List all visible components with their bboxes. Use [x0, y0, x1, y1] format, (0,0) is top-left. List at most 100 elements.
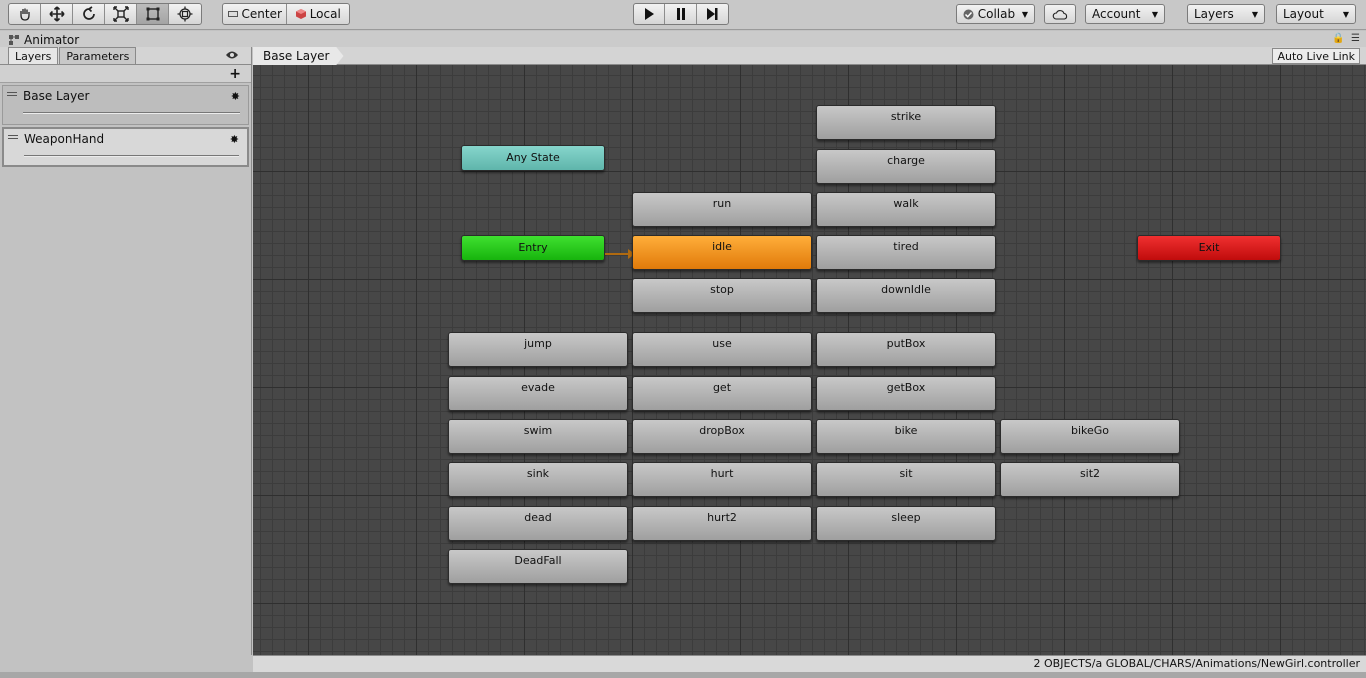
pause-icon [676, 8, 685, 20]
scale-tool-button[interactable] [105, 4, 137, 24]
gear-icon[interactable]: ✸ [231, 90, 240, 103]
layer-weight-slider[interactable] [23, 112, 240, 114]
state-node-tired[interactable]: tired [816, 235, 996, 270]
pivot-toggles: Center Local [222, 3, 350, 25]
entry-node[interactable]: Entry [461, 235, 605, 261]
hand-tool-button[interactable] [9, 4, 41, 24]
caret-down-icon: ▼ [1151, 9, 1158, 19]
menu-icon[interactable]: ☰ [1351, 33, 1360, 44]
layer-weight-slider[interactable] [24, 155, 239, 157]
pivot-local-button[interactable]: Local [287, 4, 350, 24]
window-controls: 🔒 ☰ [1332, 33, 1360, 44]
exit-node[interactable]: Exit [1137, 235, 1281, 261]
step-button[interactable] [697, 4, 728, 24]
animator-window-tab[interactable]: Animator [0, 31, 1366, 48]
gear-icon[interactable]: ✸ [230, 133, 239, 146]
state-node-use[interactable]: use [632, 332, 812, 367]
entry-transition-arrow[interactable] [605, 249, 635, 259]
layer-item-base[interactable]: Base Layer ✸ [2, 85, 249, 125]
layer-name: Base Layer [23, 89, 90, 103]
state-node-deadfall[interactable]: DeadFall [448, 549, 628, 584]
main-toolbar: Center Local Collab ▼ Account ▼ Layers ▼ [0, 0, 1366, 30]
hand-icon [19, 8, 30, 21]
state-machine-graph[interactable]: Any State Entry Exit strike charge run w… [253, 65, 1366, 655]
state-node-jump[interactable]: jump [448, 332, 628, 367]
state-node-getbox[interactable]: getBox [816, 376, 996, 411]
state-node-hurt[interactable]: hurt [632, 462, 812, 497]
eye-icon[interactable] [225, 50, 239, 60]
state-node-sink[interactable]: sink [448, 462, 628, 497]
transform-tool-button[interactable] [169, 4, 201, 24]
rotate-tool-button[interactable] [73, 4, 105, 24]
transform-icon [177, 6, 193, 22]
play-button[interactable] [634, 4, 666, 24]
state-node-bike[interactable]: bike [816, 419, 996, 454]
center-pivot-icon [227, 11, 238, 17]
layer-item-weaponhand[interactable]: WeaponHand ✸ [2, 127, 249, 167]
pivot-local-label: Local [309, 7, 341, 21]
cloud-button[interactable] [1044, 4, 1076, 24]
layer-name: WeaponHand [24, 132, 105, 146]
panel-tabs: Layers Parameters [0, 47, 251, 65]
drag-handle-icon[interactable] [7, 92, 17, 96]
add-layer-row: + [0, 65, 251, 83]
state-node-dead[interactable]: dead [448, 506, 628, 541]
state-node-dropbox[interactable]: dropBox [632, 419, 812, 454]
breadcrumb[interactable]: Base Layer [253, 47, 344, 65]
window-bottom-edge [0, 672, 1366, 678]
state-node-run[interactable]: run [632, 192, 812, 227]
cloud-icon [1052, 9, 1068, 20]
state-node-stop[interactable]: stop [632, 278, 812, 313]
state-node-sleep[interactable]: sleep [816, 506, 996, 541]
rect-icon [146, 7, 159, 21]
lock-icon[interactable]: 🔒 [1332, 33, 1344, 44]
pause-button[interactable] [665, 4, 697, 24]
controller-path: 2 OBJECTS/a GLOBAL/CHARS/Animations/NewG… [1033, 657, 1361, 670]
caret-down-icon: ▼ [1251, 9, 1258, 19]
state-node-evade[interactable]: evade [448, 376, 628, 411]
state-node-strike[interactable]: strike [816, 105, 996, 140]
window-title: Animator [24, 32, 80, 47]
transform-tools [8, 3, 202, 25]
collab-dropdown[interactable]: Collab ▼ [956, 4, 1035, 24]
layers-dropdown[interactable]: Layers ▼ [1187, 4, 1265, 24]
state-node-idle[interactable]: idle [632, 235, 812, 270]
any-state-node[interactable]: Any State [461, 145, 605, 171]
layout-label: Layout [1283, 7, 1324, 21]
rotate-icon [82, 6, 95, 20]
pivot-center-label: Center [241, 7, 282, 21]
move-icon [48, 6, 65, 22]
account-label: Account [1092, 7, 1141, 21]
state-node-walk[interactable]: walk [816, 192, 996, 227]
layers-panel: Layers Parameters + Base Layer ✸ WeaponH… [0, 47, 252, 655]
scale-icon [112, 6, 129, 22]
tab-layers[interactable]: Layers [8, 47, 59, 64]
state-node-putbox[interactable]: putBox [816, 332, 996, 367]
collab-label: Collab [977, 7, 1016, 21]
state-node-bikego[interactable]: bikeGo [1000, 419, 1180, 454]
caret-down-icon: ▼ [1342, 9, 1349, 19]
state-node-hurt2[interactable]: hurt2 [632, 506, 812, 541]
drag-handle-icon[interactable] [8, 135, 18, 139]
layout-dropdown[interactable]: Layout ▼ [1276, 4, 1356, 24]
state-node-swim[interactable]: swim [448, 419, 628, 454]
account-dropdown[interactable]: Account ▼ [1085, 4, 1165, 24]
auto-live-link-toggle[interactable]: Auto Live Link [1272, 48, 1360, 64]
graph-header: Base Layer Auto Live Link [253, 47, 1366, 65]
state-node-get[interactable]: get [632, 376, 812, 411]
check-icon [963, 9, 974, 19]
state-node-charge[interactable]: charge [816, 149, 996, 184]
caret-down-icon: ▼ [1021, 9, 1028, 19]
add-layer-button[interactable]: + [229, 66, 241, 82]
step-icon [707, 8, 718, 20]
tab-parameters[interactable]: Parameters [59, 47, 137, 64]
state-node-downidle[interactable]: downIdle [816, 278, 996, 313]
state-node-sit[interactable]: sit [816, 462, 996, 497]
pivot-center-button[interactable]: Center [223, 4, 287, 24]
local-space-icon [295, 9, 306, 19]
playback-controls [633, 3, 729, 25]
rect-tool-button[interactable] [137, 4, 169, 24]
layers-label: Layers [1194, 7, 1234, 21]
move-tool-button[interactable] [41, 4, 73, 24]
state-node-sit2[interactable]: sit2 [1000, 462, 1180, 497]
